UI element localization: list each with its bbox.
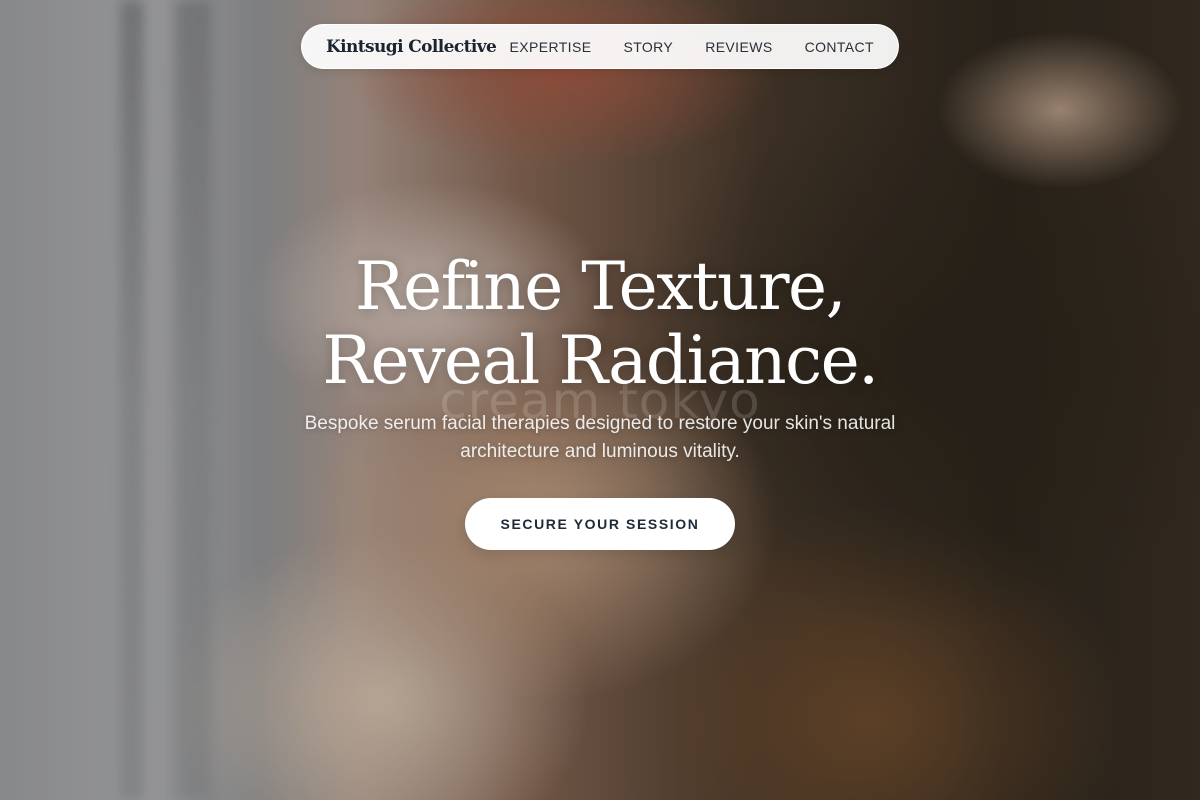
brand-logo[interactable]: Kintsugi Collective <box>326 37 497 57</box>
hero-headline-line-2: Reveal Radiance. <box>322 322 879 399</box>
hero-headline: Refine Texture, Reveal Radiance. <box>0 250 1200 398</box>
nav-link-story[interactable]: STORY <box>623 39 673 55</box>
secure-session-button[interactable]: SECURE YOUR SESSION <box>465 498 735 550</box>
top-navigation-bar: Kintsugi Collective EXPERTISE STORY REVI… <box>301 24 899 69</box>
hero-subtitle: Bespoke serum facial therapies designed … <box>304 413 896 462</box>
nav-link-reviews[interactable]: REVIEWS <box>705 39 772 55</box>
hero-headline-line-1: Refine Texture, <box>354 248 847 325</box>
nav-link-expertise[interactable]: EXPERTISE <box>510 39 592 55</box>
nav-links: EXPERTISE STORY REVIEWS CONTACT <box>510 39 874 55</box>
nav-link-contact[interactable]: CONTACT <box>805 39 874 55</box>
